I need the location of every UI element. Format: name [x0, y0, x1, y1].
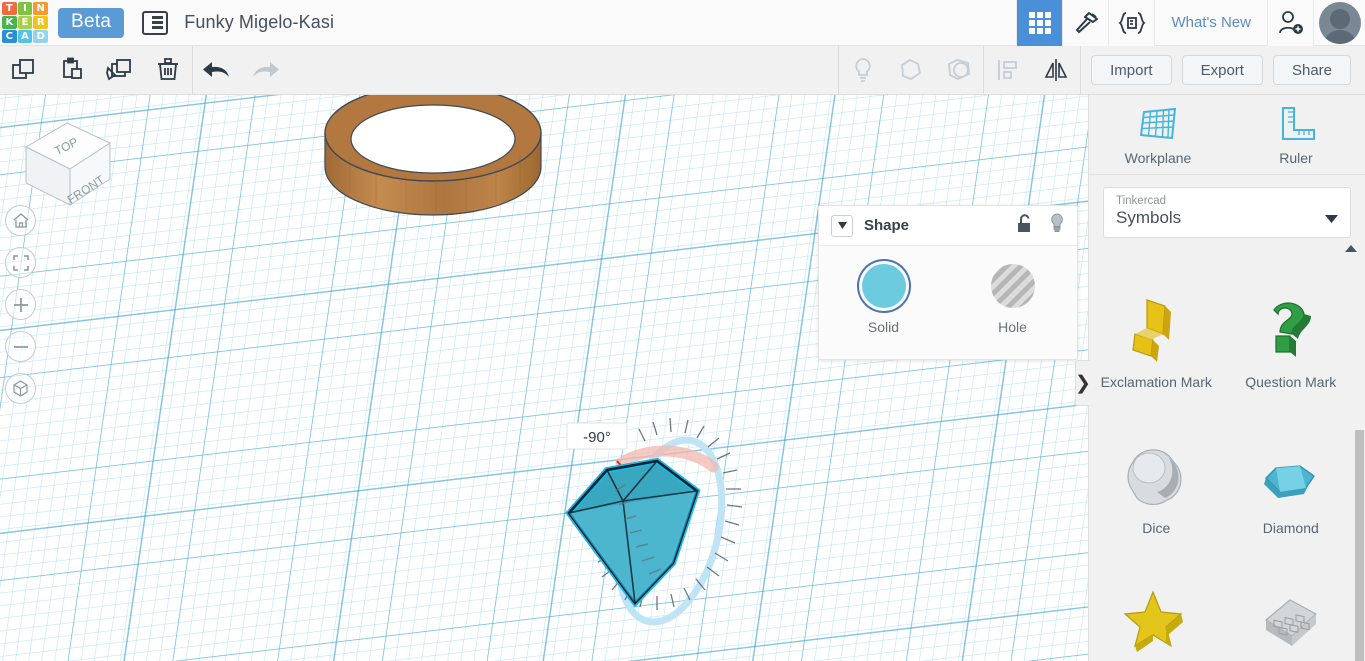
rotation-handle: -90°: [566, 422, 628, 450]
shape-item-label: Dice: [1142, 520, 1171, 536]
logo-cell-t: T: [2, 1, 17, 15]
hole-swatch[interactable]: Hole: [948, 264, 1077, 335]
avatar[interactable]: [1313, 0, 1365, 46]
svg-text:-90°: -90°: [583, 429, 611, 446]
shape-panel-header: Shape: [819, 206, 1077, 246]
shape-type-options: Solid Hole: [819, 246, 1077, 335]
beta-badge[interactable]: Beta: [58, 7, 125, 38]
ruler-label: Ruler: [1279, 149, 1313, 166]
3d-viewport[interactable]: -90° TOP FRONT Shape Solid Hole: [0, 95, 1088, 661]
gallery-list-icon[interactable]: [142, 10, 169, 35]
top-bar: TIN KER CAD Beta Funky Migelo-Kasi What's …: [0, 0, 1365, 46]
hole-label: Hole: [998, 319, 1027, 335]
library-group-label: Tinkercad: [1116, 195, 1167, 207]
shape-library-select[interactable]: Tinkercad Symbols: [1103, 187, 1351, 238]
undo-arrow-icon[interactable]: [193, 46, 241, 95]
group-lightbulb-icon[interactable]: [839, 46, 887, 95]
tube-ring-object[interactable]: [310, 95, 570, 295]
scrollbar-thumb[interactable]: [1355, 430, 1364, 661]
logo-cell-k: K: [2, 15, 17, 30]
shape-tinkercad-logo[interactable]: Tinkercad Logo: [1224, 561, 1359, 661]
tinkercad-app: TIN KER CAD Beta Funky Migelo-Kasi What's …: [0, 0, 1365, 661]
shape-library-grid: Exclamation Mark Question Mark Dice Diam…: [1089, 255, 1358, 661]
shape-panel-title: Shape: [864, 217, 910, 234]
lightbulb-icon[interactable]: [1049, 213, 1065, 238]
ruler-tool[interactable]: Ruler: [1227, 95, 1365, 174]
edit-toolbar: Import Export Share: [0, 45, 1365, 95]
shape-question-mark-icon: [1272, 302, 1311, 357]
unlocked-padlock-icon[interactable]: [1017, 213, 1033, 238]
add-person-icon[interactable]: [1267, 0, 1313, 46]
whats-new-link[interactable]: What's New: [1154, 0, 1267, 46]
logo-cell-n: N: [33, 1, 48, 15]
logo-cell-c: C: [2, 30, 17, 44]
shape-item-label: Question Mark: [1245, 374, 1337, 390]
logo-cell-e: E: [17, 15, 33, 30]
shape-dice[interactable]: Dice: [1089, 415, 1224, 561]
shape-tinkercad-logo-icon: [1264, 599, 1317, 646]
shape-diamond[interactable]: Diamond: [1224, 415, 1359, 561]
diamond-object[interactable]: -90°: [545, 413, 760, 648]
caret-down-icon[interactable]: [831, 214, 853, 237]
shape-item-label: Diamond: [1262, 520, 1319, 536]
ungroup-icon[interactable]: [887, 46, 935, 95]
align-icon[interactable]: [984, 46, 1032, 95]
import-button[interactable]: Import: [1091, 55, 1172, 85]
shape-exclamation-mark-icon: [1132, 299, 1172, 362]
fit-view-button[interactable]: [5, 247, 36, 278]
view-cube[interactable]: TOP FRONT: [18, 117, 116, 212]
apps-grid-icon[interactable]: [1016, 0, 1063, 46]
solid-swatch[interactable]: Solid: [819, 264, 948, 335]
workplane-tool[interactable]: Workplane: [1089, 95, 1227, 174]
trash-icon[interactable]: [144, 46, 192, 95]
copy-icon[interactable]: [0, 46, 48, 95]
shape-star[interactable]: Star: [1089, 561, 1224, 661]
top-bar-right: What's New: [1016, 0, 1365, 46]
logo-cell-i: I: [17, 1, 33, 15]
zoom-out-button[interactable]: [5, 331, 36, 362]
clipboard-tools: [0, 46, 192, 95]
zoom-in-button[interactable]: [5, 289, 36, 320]
shape-star-icon: [1123, 590, 1184, 652]
toolbar-divider: [1080, 45, 1082, 95]
tinkercad-logo[interactable]: TIN KER CAD: [2, 1, 48, 44]
workplane-label: Workplane: [1124, 149, 1192, 166]
ruler-icon: [1282, 106, 1315, 140]
duplicate-icon[interactable]: [96, 46, 144, 95]
history-tools: [193, 46, 289, 95]
sidebar-scrollbar[interactable]: [1354, 331, 1365, 661]
workplane-icon: [1139, 107, 1177, 139]
logo-cell-a: A: [17, 30, 33, 44]
shape-exclamation-mark[interactable]: Exclamation Mark: [1089, 269, 1224, 415]
shape-dice-icon: [1127, 449, 1182, 506]
sidebar-tools: Workplane Ruler: [1089, 95, 1365, 175]
right-sidebar: ❯ Workplane Ruler Tinkercad Symbols Excl…: [1075, 95, 1365, 661]
shape-diamond-icon: [1263, 465, 1315, 498]
home-view-button[interactable]: [5, 205, 36, 236]
shape-item-label: Exclamation Mark: [1100, 374, 1212, 390]
library-selector-wrap: Tinkercad Symbols: [1089, 175, 1365, 248]
logo-cell-r: R: [33, 15, 48, 30]
mirror-flip-icon[interactable]: [1032, 46, 1080, 95]
shape-properties-panel: Shape Solid Hole: [818, 205, 1078, 360]
shape-question-mark[interactable]: Question Mark: [1224, 269, 1359, 415]
redo-arrow-icon[interactable]: [241, 46, 289, 95]
code-brackets-icon[interactable]: [1108, 0, 1155, 46]
logo-cell-d: D: [33, 30, 48, 44]
export-button[interactable]: Export: [1181, 55, 1263, 85]
hole-shape-icon[interactable]: [935, 46, 983, 95]
page-title[interactable]: Funky Migelo-Kasi: [184, 12, 334, 33]
hammer-icon[interactable]: [1062, 0, 1109, 46]
share-button[interactable]: Share: [1272, 55, 1351, 85]
ortho-toggle-button[interactable]: [5, 373, 36, 404]
paste-icon[interactable]: [48, 46, 96, 95]
chevron-down-icon: [1325, 210, 1338, 228]
sidebar-collapse-toggle[interactable]: ❯: [1075, 360, 1091, 406]
solid-label: Solid: [867, 319, 900, 335]
library-name-label: Symbols: [1116, 208, 1182, 227]
